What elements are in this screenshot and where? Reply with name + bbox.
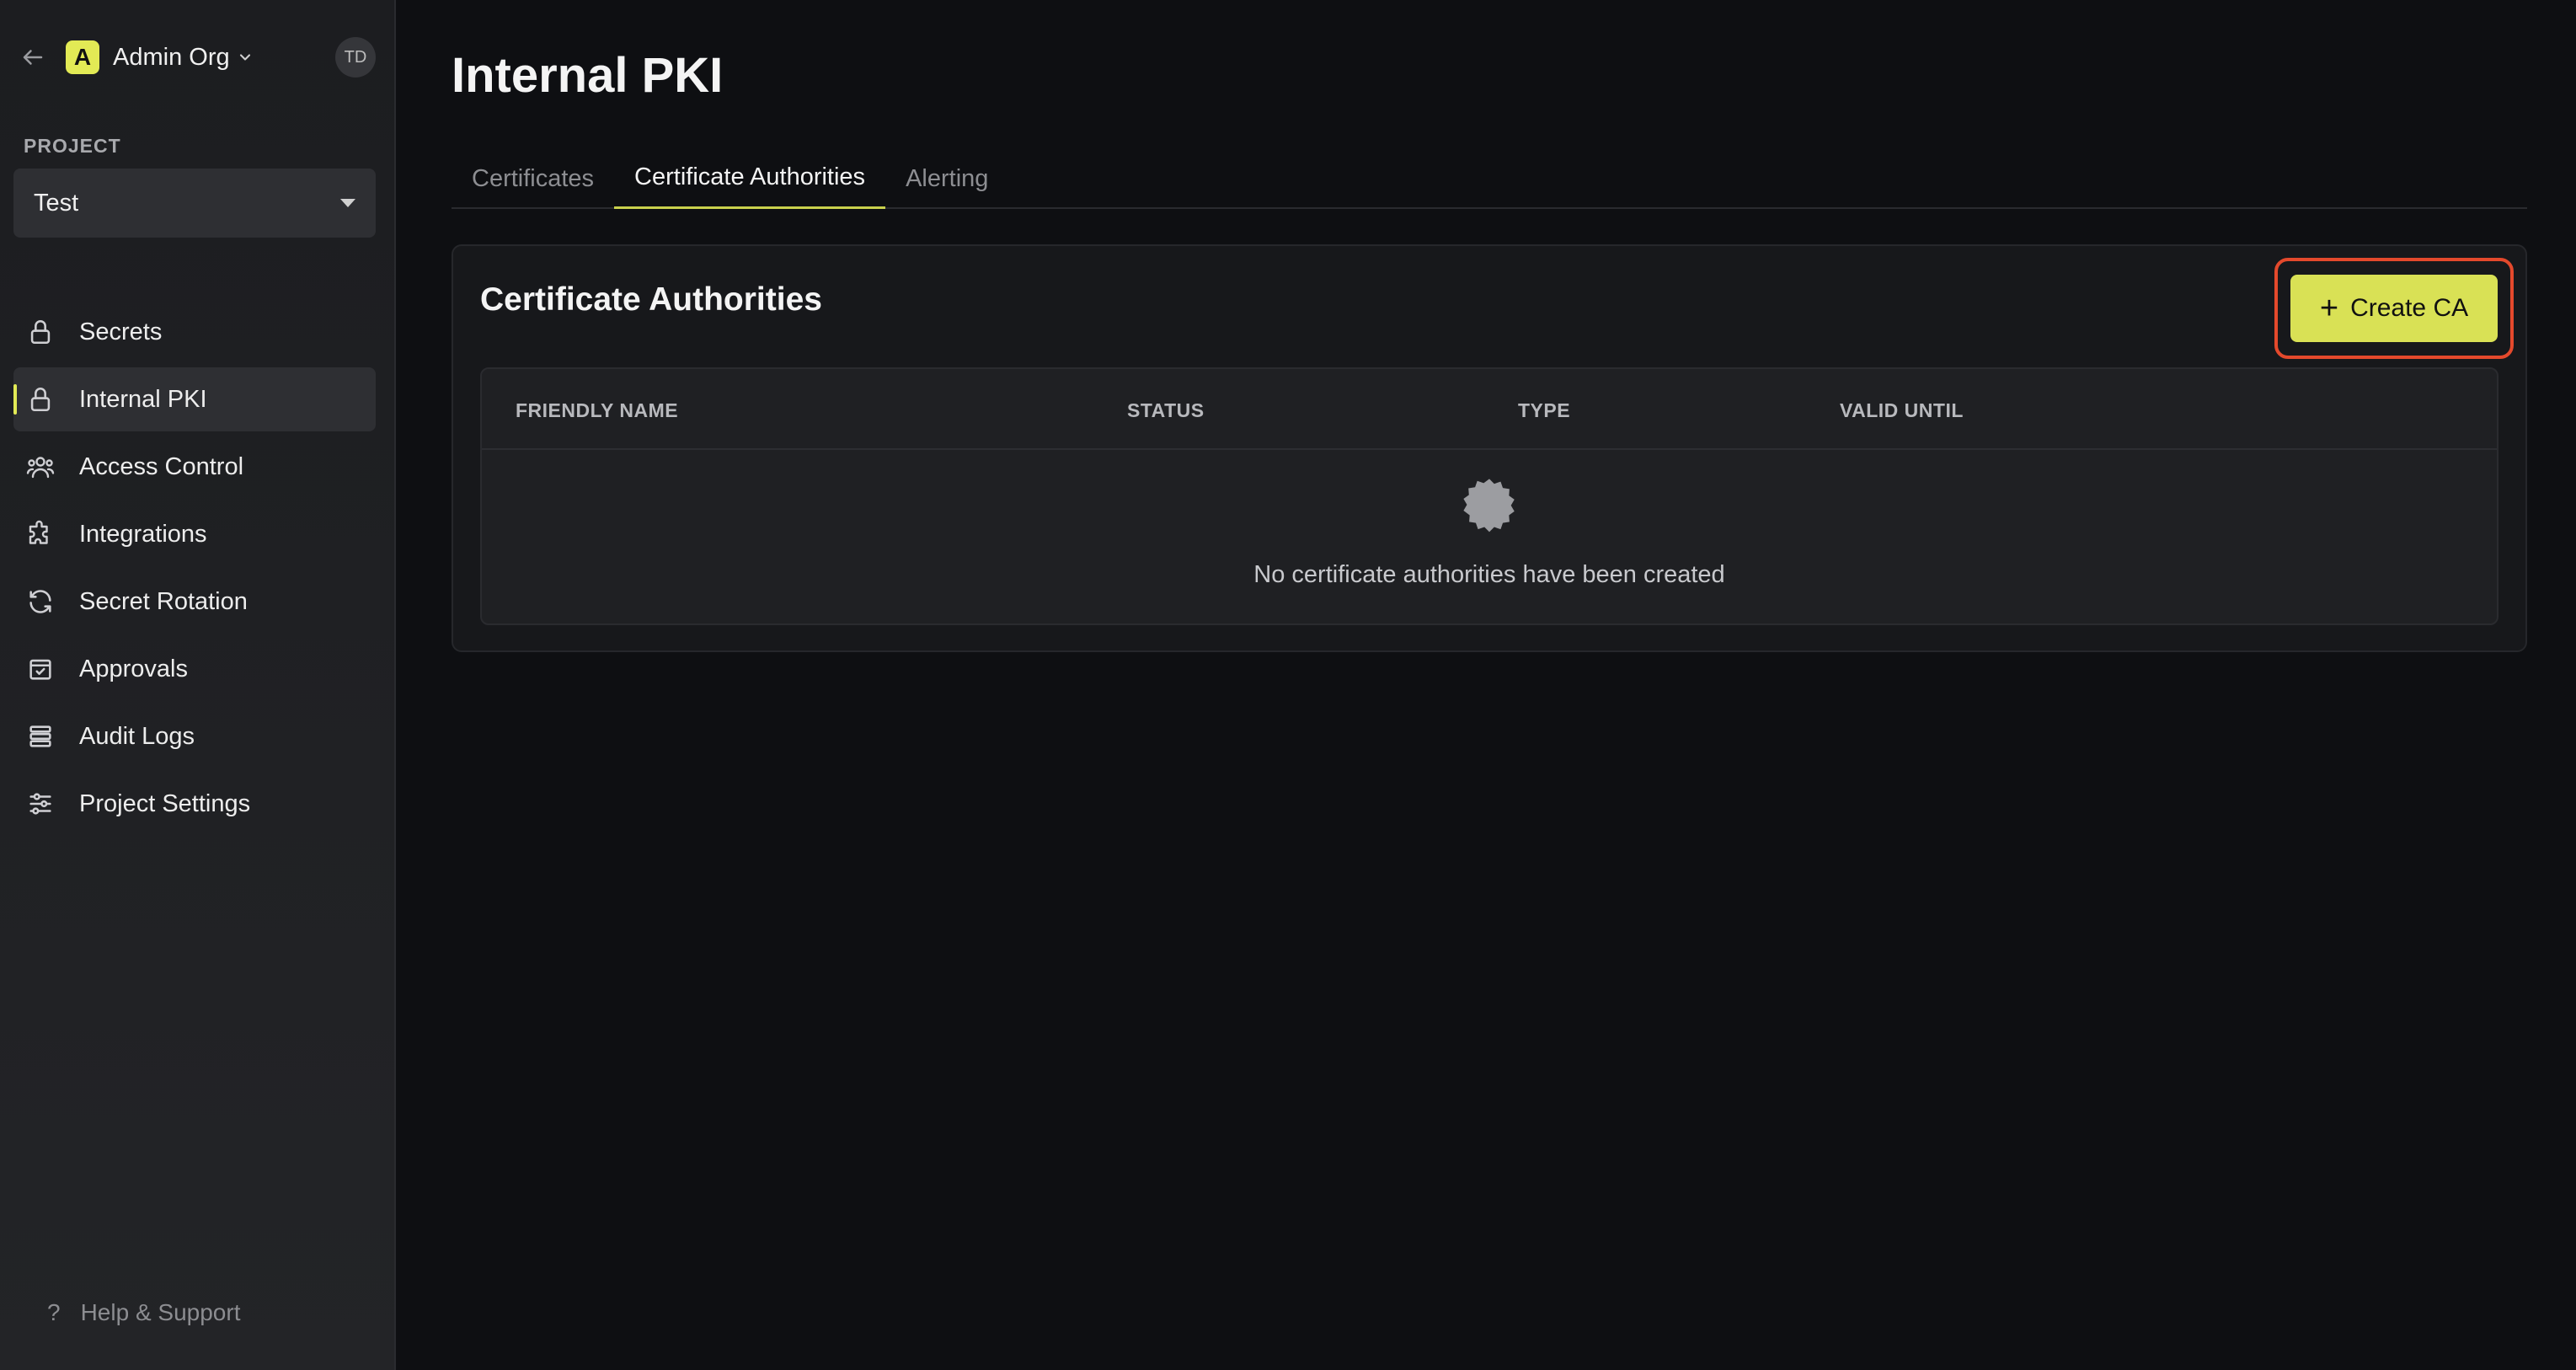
sidebar-item-access-control[interactable]: Access Control <box>13 435 376 499</box>
certificate-authorities-card: Certificate Authorities + Create CA FRIE… <box>452 244 2527 652</box>
project-label: PROJECT <box>24 135 121 157</box>
users-icon <box>24 450 57 484</box>
sidebar-item-label: Audit Logs <box>79 722 195 750</box>
sidebar-item-approvals[interactable]: Approvals <box>13 637 376 701</box>
sidebar-item-audit-logs[interactable]: Audit Logs <box>13 704 376 768</box>
tab-bar: Certificates Certificate Authorities Ale… <box>452 148 2527 209</box>
column-header-friendly-name: FRIENDLY NAME <box>516 399 679 421</box>
tab-alerting[interactable]: Alerting <box>885 148 1008 209</box>
tab-certificates[interactable]: Certificates <box>452 148 614 209</box>
arrow-left-icon[interactable] <box>19 43 47 72</box>
help-support-link[interactable]: ? Help & Support <box>47 1299 240 1326</box>
sidebar-item-label: Access Control <box>79 452 244 480</box>
create-ca-button[interactable]: + Create CA <box>2290 275 2498 342</box>
plus-icon: + <box>2319 291 2339 326</box>
app-window: A Admin Org TD PROJECT Test Secrets Inte… <box>0 0 2576 1370</box>
sidebar: A Admin Org TD PROJECT Test Secrets Inte… <box>0 0 396 1370</box>
list-icon <box>24 720 57 753</box>
column-header-status: STATUS <box>1127 399 1205 421</box>
help-support-label: Help & Support <box>80 1299 241 1325</box>
sliders-icon <box>24 787 57 821</box>
sidebar-item-secrets[interactable]: Secrets <box>13 300 376 364</box>
ca-table: FRIENDLY NAME STATUS TYPE VALID UNTIL No… <box>480 367 2499 625</box>
org-switcher: A Admin Org TD <box>19 37 381 78</box>
column-header-type: TYPE <box>1518 399 1571 421</box>
empty-state-message: No certificate authorities have been cre… <box>1253 561 1725 588</box>
sidebar-item-label: Secrets <box>79 318 163 345</box>
calendar-check-icon <box>24 652 57 686</box>
sidebar-item-label: Internal PKI <box>79 385 207 413</box>
column-header-valid-until: VALID UNTIL <box>1840 399 1964 421</box>
create-ca-highlight: + Create CA <box>2274 258 2514 359</box>
refresh-icon <box>24 585 57 618</box>
avatar[interactable]: TD <box>335 37 376 78</box>
tab-certificate-authorities[interactable]: Certificate Authorities <box>614 148 886 209</box>
lock-icon <box>24 315 57 349</box>
certificate-badge-icon <box>1460 475 1519 534</box>
create-ca-label: Create CA <box>2350 294 2469 322</box>
question-icon: ? <box>47 1299 61 1325</box>
card-title: Certificate Authorities <box>480 281 822 318</box>
sidebar-item-label: Project Settings <box>79 789 251 817</box>
sidebar-item-secret-rotation[interactable]: Secret Rotation <box>13 570 376 634</box>
project-select[interactable]: Test <box>13 169 376 238</box>
table-header: FRIENDLY NAME STATUS TYPE VALID UNTIL <box>482 369 2497 450</box>
page-title: Internal PKI <box>452 48 724 103</box>
sidebar-item-label: Approvals <box>79 655 188 682</box>
sidebar-nav: Secrets Internal PKI Access Control Inte… <box>13 300 376 839</box>
sidebar-item-label: Secret Rotation <box>79 587 248 615</box>
org-logo[interactable]: A <box>66 40 99 74</box>
lock-icon <box>24 383 57 416</box>
org-name[interactable]: Admin Org <box>113 44 230 72</box>
sidebar-item-internal-pki[interactable]: Internal PKI <box>13 367 376 431</box>
puzzle-icon <box>24 517 57 551</box>
project-select-value: Test <box>34 189 79 217</box>
caret-down-icon <box>340 199 355 207</box>
empty-state: No certificate authorities have been cre… <box>482 450 2497 625</box>
chevron-down-icon[interactable] <box>237 48 255 67</box>
sidebar-item-project-settings[interactable]: Project Settings <box>13 772 376 836</box>
main-content: Internal PKI Certificates Certificate Au… <box>396 0 2576 1370</box>
sidebar-item-integrations[interactable]: Integrations <box>13 502 376 566</box>
sidebar-item-label: Integrations <box>79 520 207 548</box>
